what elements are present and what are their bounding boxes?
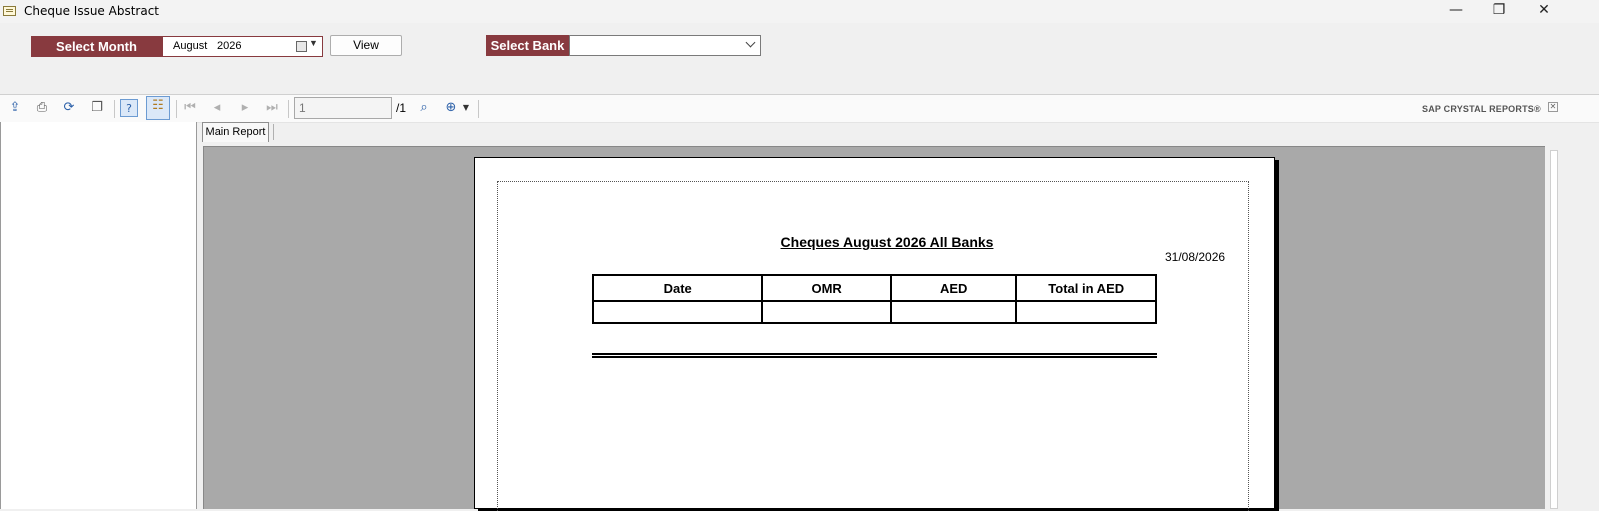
scroll-track[interactable]	[1550, 150, 1558, 509]
group-tree-icon[interactable]: ☷	[146, 96, 170, 120]
title-bar: Cheque Issue Abstract — ❐ ✕	[0, 0, 1599, 23]
column-header-omr: OMR	[761, 274, 892, 302]
help-icon[interactable]: ?	[120, 99, 138, 117]
bank-dropdown[interactable]	[569, 35, 761, 56]
table-row	[591, 300, 1157, 324]
app-icon	[3, 6, 16, 16]
window-title: Cheque Issue Abstract	[24, 4, 160, 18]
next-page-icon[interactable]: ▸	[236, 99, 254, 117]
month-value: August	[173, 40, 208, 52]
prev-page-icon[interactable]: ◂	[208, 99, 226, 117]
report-page: Cheques August 2026 All Banks 31/08/2026…	[474, 157, 1275, 511]
double-rule-divider	[592, 353, 1157, 358]
table-cell	[889, 300, 1018, 324]
month-picker[interactable]: August 2026 ▼	[162, 36, 323, 57]
filter-bar	[0, 23, 1599, 94]
report-viewer-toolbar: ⇪ ⎙ ⟳ ❐ ? ☷ ⏮ ◂ ▸ ⏭ 1 /1 ⌕ ⊕ ▼ SAP CRYST…	[0, 94, 1599, 123]
close-panel-icon[interactable]: ✕	[1548, 102, 1558, 112]
column-header-date: Date	[591, 274, 764, 302]
last-page-icon[interactable]: ⏭	[263, 99, 281, 117]
table-cell	[761, 300, 892, 324]
page-total: /1	[396, 101, 407, 115]
select-bank-label: Select Bank	[486, 35, 569, 56]
select-month-label: Select Month	[31, 36, 162, 57]
refresh-icon[interactable]: ⟳	[60, 99, 78, 117]
column-header-total-aed: Total in AED	[1015, 274, 1157, 302]
chevron-down-icon	[745, 37, 756, 48]
tab-main-report[interactable]: Main Report	[202, 122, 269, 142]
year-value: 2026	[217, 40, 242, 52]
column-header-aed: AED	[889, 274, 1018, 302]
print-icon[interactable]: ⎙	[33, 99, 51, 117]
dropdown-arrow-icon[interactable]: ▼	[309, 38, 318, 48]
table-cell	[1015, 300, 1157, 324]
find-icon[interactable]: ⌕	[415, 99, 433, 117]
close-button[interactable]: ✕	[1522, 0, 1566, 22]
brand-label: SAP CRYSTAL REPORTS®	[1422, 104, 1541, 114]
export-icon[interactable]: ⇪	[6, 99, 24, 117]
page-margin-guide	[497, 181, 1249, 511]
page-number-input[interactable]: 1	[294, 97, 392, 119]
table-cell	[591, 300, 764, 324]
calendar-icon[interactable]	[296, 41, 307, 52]
report-date: 31/08/2026	[1165, 250, 1226, 264]
first-page-icon[interactable]: ⏮	[181, 99, 199, 117]
view-button[interactable]: View	[330, 35, 402, 56]
vertical-scrollbar[interactable]	[1545, 146, 1563, 509]
copy-icon[interactable]: ❐	[88, 99, 106, 117]
minimize-button[interactable]: —	[1434, 0, 1478, 22]
zoom-dropdown-icon[interactable]: ▼	[460, 99, 472, 117]
restore-button[interactable]: ❐	[1477, 0, 1521, 22]
group-tree-panel	[0, 122, 197, 509]
report-table: Date OMR AED Total in AED	[591, 274, 1157, 324]
zoom-icon[interactable]: ⊕	[442, 99, 460, 117]
report-title: Cheques August 2026 All Banks	[780, 234, 994, 250]
